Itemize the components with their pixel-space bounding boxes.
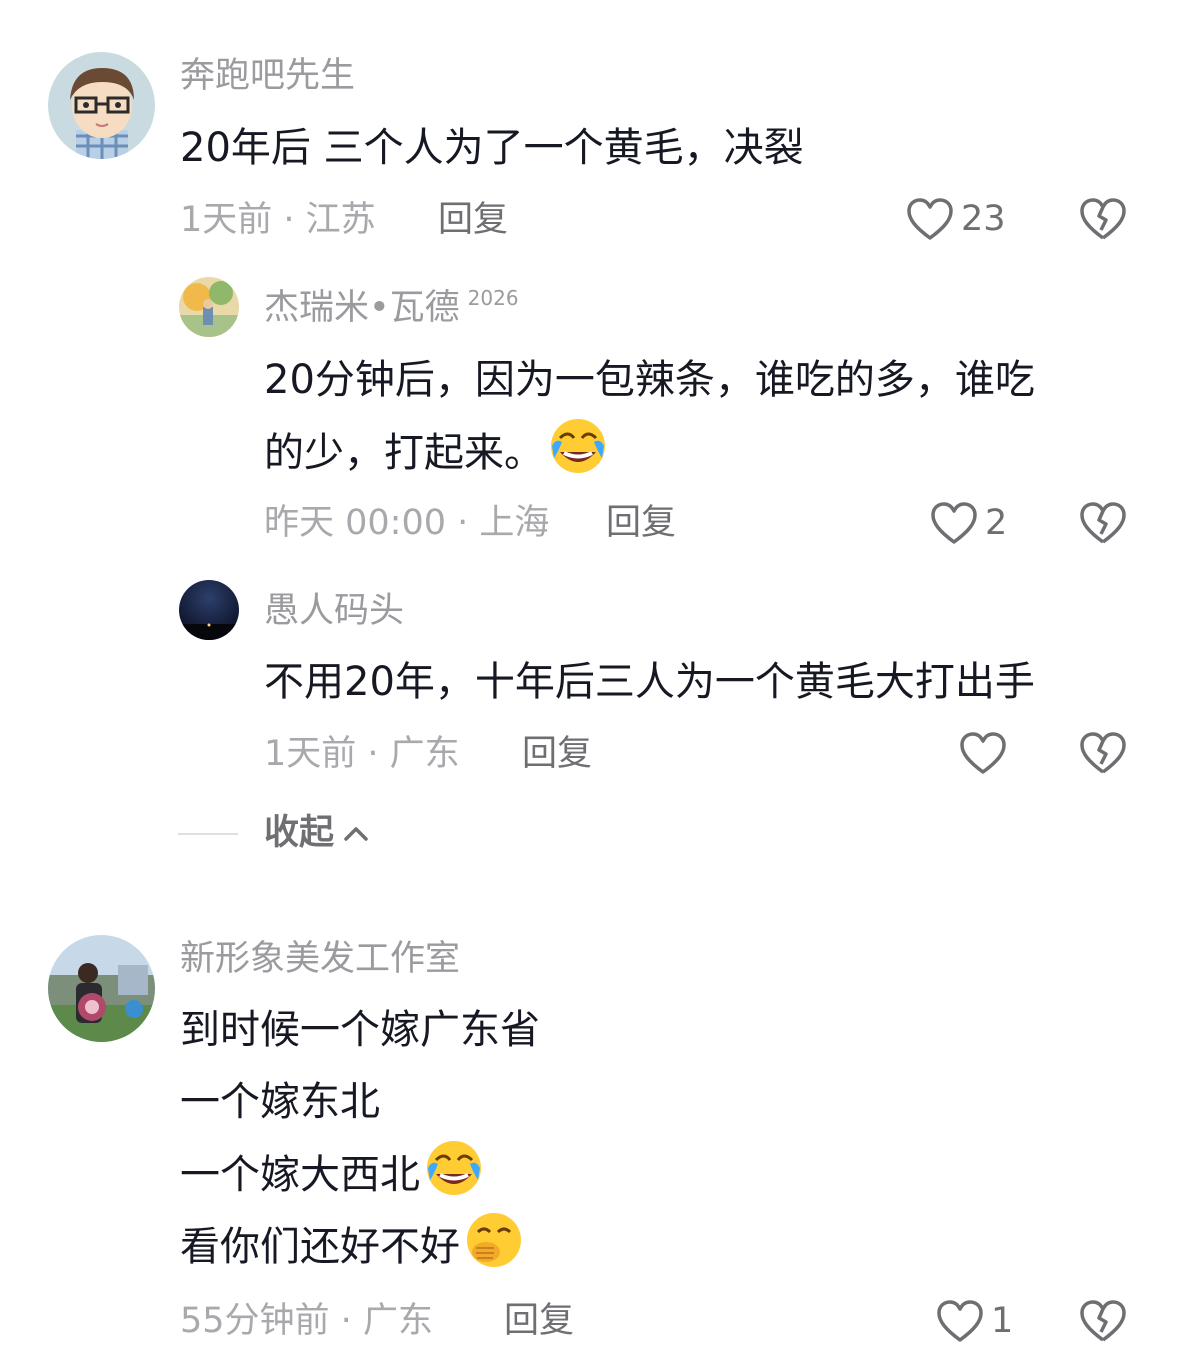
comment-text-line: 20年后 三个人为了一个黄毛，决裂: [180, 125, 804, 171]
comment-text-line: 不用20年，十年后三人为一个黄毛大打出手: [264, 659, 1035, 705]
like-button[interactable]: 1: [935, 1298, 1013, 1344]
comment-username[interactable]: 愚人码头: [264, 594, 404, 629]
dislike-button[interactable]: [1078, 1298, 1128, 1348]
like-button[interactable]: [958, 730, 1014, 776]
comment-meta: 55分钟前 · 广东: [180, 1304, 433, 1339]
comment-time: 昨天 00:00: [264, 503, 446, 543]
broken-heart-icon: [1080, 198, 1126, 240]
heart-icon: [960, 732, 1006, 774]
reply-button[interactable]: 回复: [504, 1304, 574, 1339]
comment-text-line: 看你们还好不好: [180, 1210, 540, 1282]
comment-text-line: 一个嫁大西北: [180, 1138, 540, 1210]
dislike-button[interactable]: [1078, 196, 1128, 246]
comment-location: 广东: [389, 734, 460, 774]
comment-time: 1天前: [180, 200, 273, 240]
comment-location: 上海: [479, 503, 550, 543]
heart-icon: [937, 1300, 983, 1342]
broken-heart-icon: [1080, 502, 1126, 544]
crying-laughing-face-icon: [427, 1141, 481, 1195]
collapse-replies-button[interactable]: 收起: [178, 816, 370, 851]
collapse-label: 收起: [264, 813, 335, 853]
like-button[interactable]: 23: [905, 196, 1006, 242]
comment-location: 江苏: [305, 200, 376, 240]
like-count: 23: [961, 198, 1006, 239]
comment-text: 20分钟后，因为一包辣条，谁吃的多，谁吃 的少，打起来。: [264, 344, 1035, 488]
hand-over-mouth-face-icon: [467, 1213, 521, 1267]
comment-meta: 昨天 00:00 · 上海: [264, 506, 549, 541]
avatar[interactable]: [48, 935, 155, 1042]
comment-meta: 1天前 · 广东: [264, 737, 460, 772]
comment-text: 20年后 三个人为了一个黄毛，决裂: [180, 112, 804, 184]
comment-text-line: 一个嫁东北: [180, 1079, 380, 1125]
comment-text: 不用20年，十年后三人为一个黄毛大打出手: [264, 646, 1035, 718]
crying-laughing-face-icon: [551, 419, 605, 473]
broken-heart-icon: [1080, 732, 1126, 774]
comment-username[interactable]: 新形象美发工作室: [180, 942, 460, 977]
comment-text-line: 20分钟后，因为一包辣条，谁吃的多，谁吃: [264, 357, 1035, 403]
reply-button[interactable]: 回复: [606, 506, 676, 541]
heart-icon: [907, 198, 953, 240]
like-button[interactable]: 2: [929, 500, 1007, 546]
comment-text-line: 的少，打起来。: [264, 416, 1035, 488]
meta-separator: ·: [446, 503, 480, 543]
comment-username[interactable]: 奔跑吧先生: [180, 59, 355, 94]
avatar[interactable]: [179, 277, 239, 337]
comment-meta: 1天前 · 江苏: [180, 203, 376, 238]
like-count: 2: [985, 502, 1008, 543]
meta-separator: ·: [272, 200, 306, 240]
broken-heart-icon: [1080, 1300, 1126, 1342]
comment-time: 1天前: [264, 734, 357, 774]
user-badge: 2026: [467, 286, 519, 310]
comment-username[interactable]: 杰瑞米•瓦德 2026: [264, 288, 519, 328]
heart-icon: [931, 502, 977, 544]
reply-button[interactable]: 回复: [522, 737, 592, 772]
comment-text: 到时候一个嫁广东省 一个嫁东北 一个嫁大西北 看你们还好不好: [180, 994, 540, 1282]
divider: [178, 832, 238, 835]
chevron-up-icon: [344, 826, 368, 841]
reply-button[interactable]: 回复: [438, 203, 508, 238]
comment-time: 55分钟前: [180, 1301, 330, 1341]
comment-location: 广东: [362, 1301, 433, 1341]
avatar[interactable]: [48, 52, 155, 159]
meta-separator: ·: [356, 734, 390, 774]
dislike-button[interactable]: [1078, 500, 1128, 550]
like-count: 1: [991, 1300, 1014, 1341]
comment-text-line: 到时候一个嫁广东省: [180, 1007, 540, 1053]
dislike-button[interactable]: [1078, 730, 1128, 780]
comment-username-text: 杰瑞米•瓦德: [264, 288, 460, 328]
avatar[interactable]: [179, 580, 239, 640]
meta-separator: ·: [329, 1301, 363, 1341]
